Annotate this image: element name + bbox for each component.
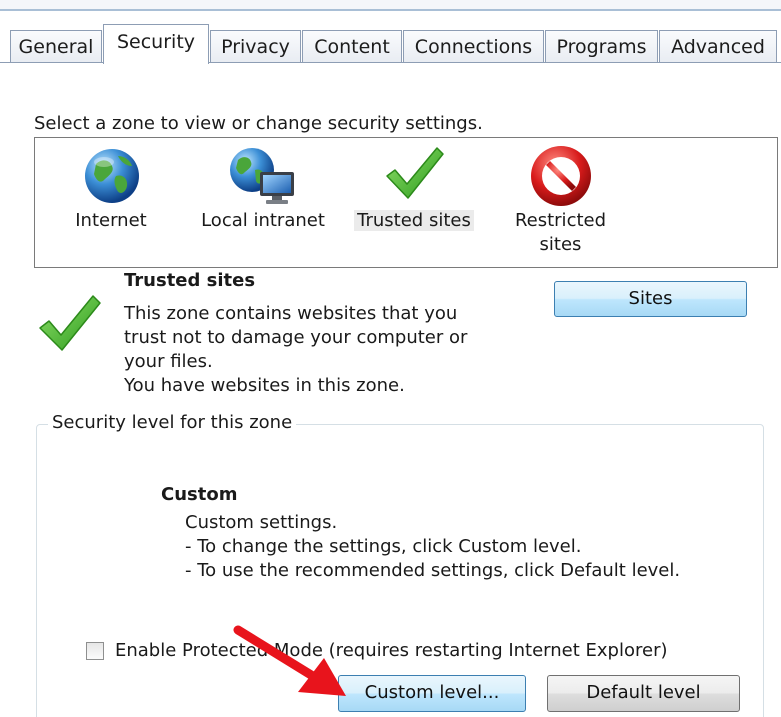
trusted-checkmark-icon [39, 295, 101, 351]
tab-general[interactable]: General [10, 30, 102, 63]
protected-mode-label[interactable]: Enable Protected Mode (requires restarti… [115, 640, 668, 661]
selected-zone-title: Trusted sites [124, 270, 256, 291]
zone-internet-label: Internet [75, 210, 147, 231]
window-top-border [0, 9, 781, 11]
zone-local-intranet-label: Local intranet [201, 210, 325, 231]
zone-trusted-sites-label: Trusted sites [345, 209, 483, 233]
zone-restricted-label-line1: Restricted [514, 210, 607, 231]
tab-connections[interactable]: Connections [403, 30, 544, 63]
no-entry-icon [531, 146, 591, 206]
zone-desc-line: You have websites in this zone. [124, 375, 405, 396]
zone-local-intranet[interactable]: Local intranet [193, 138, 333, 248]
red-arrow-icon [233, 625, 346, 696]
tab-security[interactable]: Security [103, 24, 209, 64]
tab-programs[interactable]: Programs [545, 30, 658, 63]
sites-button[interactable]: Sites [554, 281, 747, 317]
intranet-globe-icon [230, 148, 294, 204]
zone-prompt: Select a zone to view or change security… [34, 113, 483, 134]
tab-privacy[interactable]: Privacy [210, 30, 301, 63]
protected-mode-checkbox[interactable] [86, 642, 104, 660]
globe-icon [85, 149, 139, 203]
zone-desc-line: your files. [124, 351, 213, 372]
zone-internet[interactable]: Internet [71, 138, 151, 248]
zone-restricted-label-line2: sites [539, 234, 582, 255]
zone-list: Internet Local intranet Trusted sites Re… [34, 137, 778, 268]
level-desc-line: Custom settings. [185, 512, 338, 533]
tab-strip: General Security Privacy Content Connect… [0, 24, 781, 64]
default-level-button[interactable]: Default level [547, 675, 740, 712]
security-tab-page: General Security Privacy Content Connect… [0, 0, 781, 717]
checkmark-icon [386, 147, 444, 199]
zone-desc-line: trust not to damage your computer or [124, 327, 468, 348]
zone-desc-line: This zone contains websites that you [124, 303, 458, 324]
zone-restricted-sites[interactable]: Restricted sites [503, 138, 618, 263]
tab-content[interactable]: Content [302, 30, 402, 63]
selected-zone-description: This zone contains websites that you tru… [124, 302, 524, 398]
level-desc-line: - To change the settings, click Custom l… [185, 536, 582, 557]
security-level-description: Custom settings. - To change the setting… [185, 511, 680, 583]
tab-advanced[interactable]: Advanced [659, 30, 777, 63]
security-level-title: Custom [161, 484, 238, 505]
level-desc-line: - To use the recommended settings, click… [185, 560, 681, 581]
zone-trusted-sites[interactable]: Trusted sites [345, 138, 483, 248]
custom-level-button[interactable]: Custom level... [338, 675, 526, 712]
security-level-group-label: Security level for this zone [48, 412, 297, 433]
